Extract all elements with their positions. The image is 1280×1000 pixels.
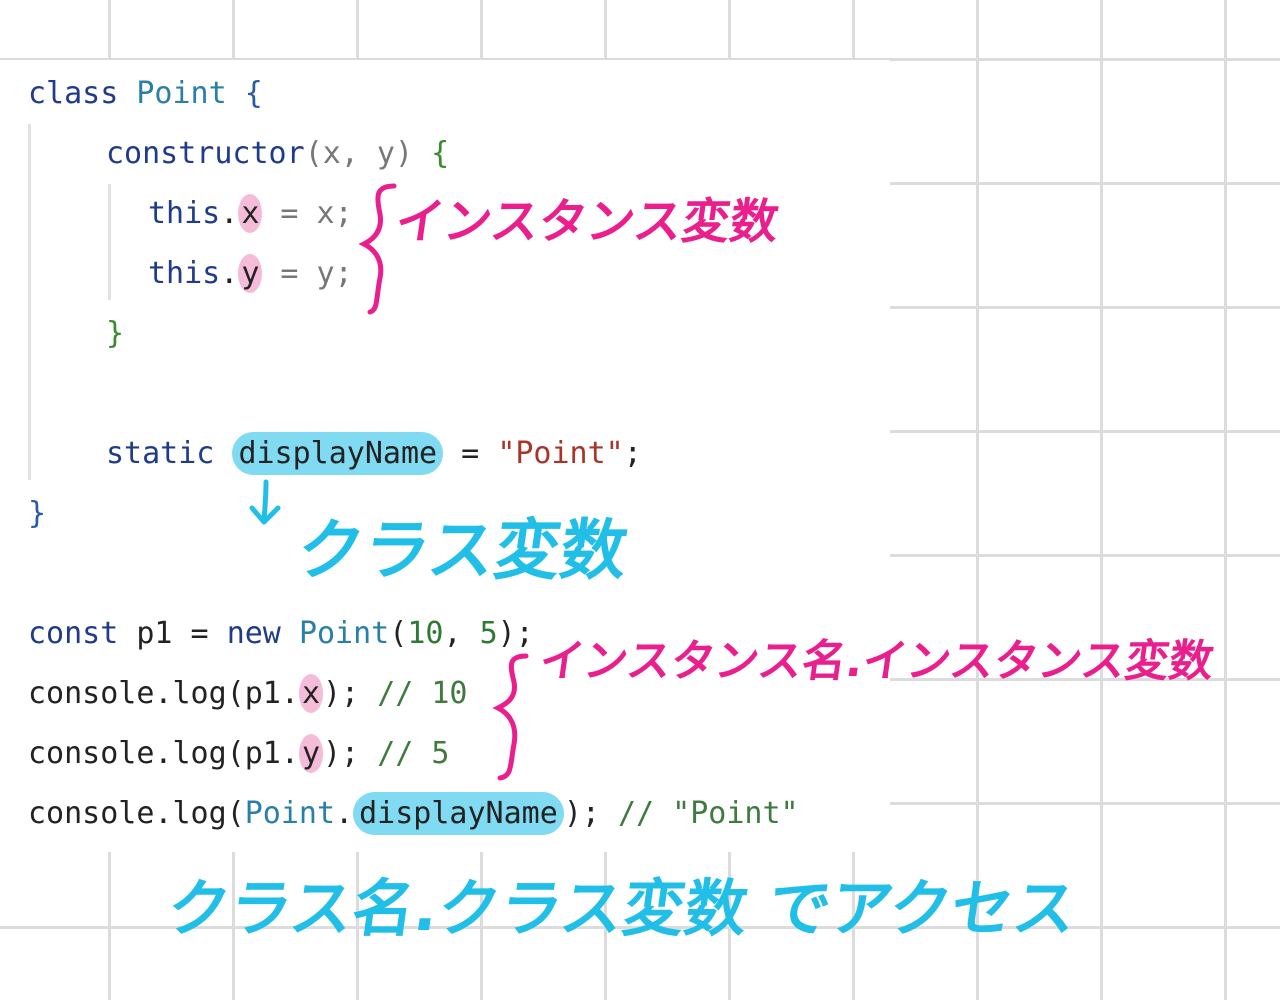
code-line-close-constructor: } bbox=[106, 316, 125, 351]
keyword-this: this bbox=[148, 196, 221, 231]
indent-guide-class bbox=[28, 124, 31, 480]
class-var-displayName: displayName bbox=[232, 432, 444, 475]
instance-var-y: y bbox=[238, 254, 263, 293]
keyword-new: new bbox=[226, 616, 281, 651]
code-line-static: static displayName = "Point"; bbox=[106, 424, 642, 484]
indent-guide-constructor bbox=[108, 184, 111, 300]
access-point-displayName: displayName bbox=[353, 792, 564, 835]
access-p1-y: y bbox=[298, 734, 323, 773]
comment: // 10 bbox=[377, 676, 468, 711]
constructor-params: (x, y) bbox=[304, 136, 414, 171]
comment: // 5 bbox=[377, 736, 450, 771]
open-brace: { bbox=[431, 136, 450, 171]
string-literal: "Point" bbox=[497, 436, 624, 471]
class-name: Point bbox=[136, 76, 227, 111]
comment: // "Point" bbox=[618, 796, 799, 831]
code-line-close-class: } bbox=[28, 496, 47, 531]
code-line-constructor: constructor(x, y) { bbox=[106, 124, 449, 184]
keyword-static: static bbox=[106, 436, 215, 471]
access-p1-x: x bbox=[298, 674, 323, 713]
keyword-const: const bbox=[28, 616, 119, 651]
annotation-instance-variable: インスタンス変数 bbox=[392, 194, 783, 250]
annotation-class-access: クラス名.クラス変数 でアクセス bbox=[162, 872, 1081, 945]
code-line-const: const p1 = new Point(10, 5); bbox=[28, 616, 534, 651]
code-line-log-y: console.log(p1. y); // 5 bbox=[28, 734, 450, 773]
code-line-this-y: this. y = y; bbox=[148, 254, 353, 293]
code-line-class: class Point { bbox=[28, 64, 263, 124]
instance-var-x: x bbox=[238, 194, 263, 233]
keyword-this: this bbox=[148, 256, 221, 291]
keyword-class: class bbox=[28, 76, 119, 111]
code-line-log-displayName: console.log(Point. displayName); // "Poin… bbox=[28, 784, 799, 844]
open-brace: { bbox=[244, 76, 263, 111]
keyword-constructor: constructor bbox=[106, 136, 305, 171]
annotation-instance-access: インスタンス名.インスタンス変数 bbox=[536, 636, 1217, 687]
code-panel: class Point { constructor(x, y) { this. x… bbox=[0, 60, 890, 852]
code-line-this-x: this. x = x; bbox=[148, 194, 353, 233]
code-line-log-x: console.log(p1. x); // 10 bbox=[28, 674, 468, 713]
annotation-class-variable: クラス変数 bbox=[292, 512, 633, 589]
